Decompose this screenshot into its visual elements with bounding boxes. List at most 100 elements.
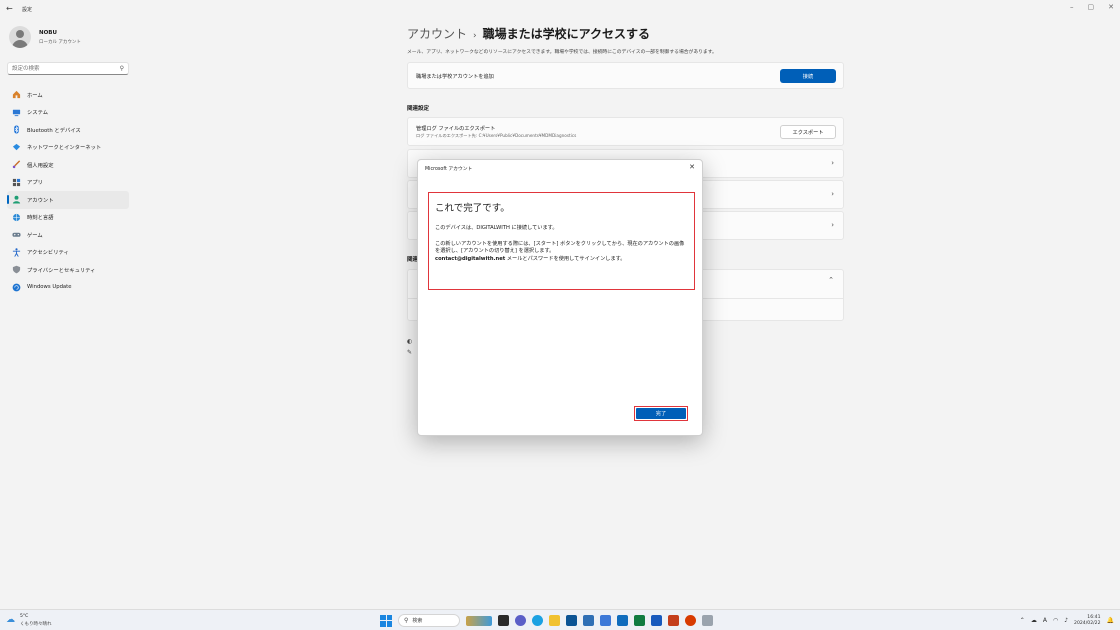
date: 2024/02/22 (1074, 620, 1101, 626)
side-icons: ◐ ✎ (407, 338, 412, 356)
sidebar-item-personalization[interactable]: 個人用設定 (7, 156, 129, 174)
sidebar-item-system[interactable]: システム (7, 104, 129, 122)
sidebar-item-network[interactable]: ネットワークとインターネット (7, 139, 129, 157)
related-settings-title: 関連設定 (407, 106, 430, 112)
maximize-icon[interactable]: ▢ (1088, 3, 1095, 11)
sidebar-item-label: システム (27, 110, 49, 117)
temperature: 5°C (20, 614, 29, 619)
update-icon (11, 282, 21, 292)
done-button[interactable]: 完了 (636, 408, 686, 419)
globe-icon (11, 212, 21, 222)
done-button-highlight: 完了 (634, 406, 688, 421)
weather-cloud-sun-icon: ☁ (6, 615, 15, 625)
sidebar-item-apps[interactable]: アプリ (7, 174, 129, 192)
sidebar-item-home[interactable]: ホーム (7, 86, 129, 104)
breadcrumb-separator: › (473, 31, 477, 41)
gamepad-icon (11, 230, 21, 240)
sidebar-item-label: アクセシビリティ (27, 250, 69, 257)
connect-button[interactable]: 接続 (780, 69, 836, 83)
sidebar-item-label: アカウント (27, 197, 54, 204)
dialog-heading: これで完了です。 (435, 203, 510, 214)
search-input[interactable] (8, 63, 108, 74)
close-icon[interactable]: ✕ (689, 163, 695, 171)
sidebar-item-label: Windows Update (27, 284, 72, 291)
sidebar-nav: ホーム システム Bluetooth とデバイス ネットワークとインターネット … (7, 86, 129, 296)
sidebar-item-label: Bluetooth とデバイス (27, 127, 81, 134)
store-icon[interactable] (566, 615, 577, 626)
apps-icon (11, 177, 21, 187)
chevron-up-icon[interactable]: ⌃ (828, 276, 834, 284)
sidebar-item-gaming[interactable]: ゲーム (7, 226, 129, 244)
account-icon (11, 195, 21, 205)
minimize-icon[interactable]: – (1070, 3, 1074, 11)
chevron-right-icon: › (831, 221, 834, 229)
dialog-title: Microsoft アカウント (425, 167, 473, 172)
sidebar-item-label: 時刻と言語 (27, 215, 54, 222)
settings-search[interactable]: ⚲ (7, 62, 129, 75)
sidebar-item-time-language[interactable]: 時刻と言語 (7, 209, 129, 227)
user-profile[interactable]: NOBU ローカル アカウント (9, 26, 129, 50)
search-icon: ⚲ (404, 617, 409, 624)
feedback-icon[interactable]: ✎ (407, 349, 412, 356)
chevron-right-icon: › (831, 159, 834, 167)
export-log-title: 管理ログ ファイルのエクスポート (416, 126, 496, 132)
close-window-icon[interactable]: ✕ (1108, 3, 1114, 11)
add-account-label: 職場または学校アカウントを追加 (416, 74, 494, 80)
office-icon[interactable] (685, 615, 696, 626)
sidebar-item-windows-update[interactable]: Windows Update (7, 279, 129, 297)
ime-indicator[interactable]: A (1043, 617, 1047, 624)
sidebar-item-bluetooth[interactable]: Bluetooth とデバイス (7, 121, 129, 139)
breadcrumb-parent[interactable]: アカウント (407, 27, 467, 41)
system-icon (11, 107, 21, 117)
powerpoint-icon[interactable] (668, 615, 679, 626)
clock[interactable]: 16:41 2024/02/22 (1074, 615, 1100, 627)
accessibility-icon (11, 247, 21, 257)
tray-chevron-icon[interactable]: ⌃ (1020, 617, 1025, 624)
mail-icon[interactable] (583, 615, 594, 626)
task-view-icon[interactable] (498, 615, 509, 626)
sidebar-item-privacy[interactable]: プライバシーとセキュリティ (7, 261, 129, 279)
sidebar-item-label: アプリ (27, 180, 43, 187)
instruction-text: この新しいアカウントを使用する際には、[スタート] ボタンをクリックしてから、現… (435, 241, 688, 263)
account-type: ローカル アカウント (39, 40, 81, 45)
window-controls: – ▢ ✕ (1070, 3, 1114, 11)
onedrive-icon[interactable]: ☁ (1031, 617, 1037, 624)
export-log-path: ログ ファイルのエクスポート先: C:¥Users¥Public¥Documen… (416, 133, 577, 138)
sidebar-item-accessibility[interactable]: アクセシビリティ (7, 244, 129, 262)
help-icon[interactable]: ◐ (407, 338, 412, 345)
word-icon[interactable] (651, 615, 662, 626)
chevron-right-icon: › (831, 190, 834, 198)
outlook-icon[interactable] (617, 615, 628, 626)
instruction-part1: この新しいアカウントを使用する際には、[スタート] ボタンをクリックしてから、現… (435, 241, 685, 255)
calculator-icon[interactable] (600, 615, 611, 626)
taskbar-search[interactable]: ⚲ 検索 (398, 614, 460, 627)
instruction-part2: メールとパスワードを使用してサインインします。 (505, 255, 626, 262)
account-email: contact@digitalwith.net (435, 255, 506, 262)
excel-icon[interactable] (634, 615, 645, 626)
search-highlight-icon[interactable] (466, 615, 492, 626)
connected-message: このデバイスは、DIGITALWITH に接続しています。 (435, 225, 558, 231)
volume-icon[interactable]: ♪ (1064, 617, 1068, 624)
chat-icon[interactable] (515, 615, 526, 626)
taskbar-search-label: 検索 (412, 618, 423, 624)
back-arrow-icon[interactable]: ← (6, 4, 13, 13)
export-button[interactable]: エクスポート (780, 125, 836, 139)
page-title: 職場または学校にアクセスする (482, 27, 651, 41)
wifi-icon[interactable]: ◠ (1053, 617, 1058, 624)
search-icon: ⚲ (119, 65, 124, 72)
sidebar-item-accounts[interactable]: アカウント (7, 191, 129, 209)
taskbar: ☁ 5°C くもり時々晴れ ⚲ 検索 ⌃ ☁ A ◠ ♪ 16:41 2024/… (0, 609, 1120, 630)
taskbar-apps: ⚲ 検索 (380, 613, 713, 628)
sidebar-item-label: 個人用設定 (27, 162, 54, 169)
start-icon[interactable] (380, 614, 392, 627)
sidebar-item-label: ゲーム (27, 232, 43, 239)
shield-icon (11, 265, 21, 275)
edge-icon[interactable] (532, 615, 543, 626)
settings-gear-icon[interactable] (702, 615, 713, 626)
file-explorer-icon[interactable] (549, 615, 560, 626)
network-icon (11, 142, 21, 152)
avatar (9, 26, 31, 48)
page-description: メール、アプリ、ネットワークなどのリソースにアクセスできます。職場や学校では、接… (407, 50, 717, 55)
sidebar-item-label: ネットワークとインターネット (27, 145, 102, 152)
notification-bell-icon[interactable]: 🔔 (1107, 617, 1114, 624)
